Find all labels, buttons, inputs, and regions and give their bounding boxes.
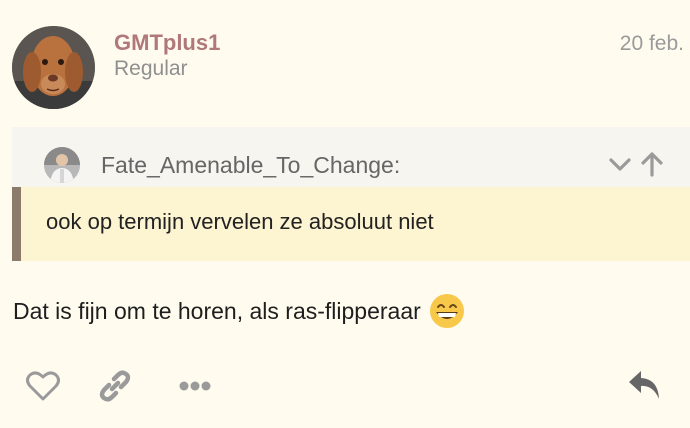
dog-avatar-image [12, 26, 95, 109]
post-body: Dat is fijn om te horen, als ras-flipper… [13, 293, 465, 329]
quote-block: Fate_Amenable_To_Change: ook op termijn … [12, 127, 690, 261]
quote-header: Fate_Amenable_To_Change: [12, 127, 690, 187]
chevron-down-icon[interactable] [608, 152, 632, 176]
grinning-face-emoji-icon [429, 294, 464, 328]
more-icon[interactable] [178, 380, 212, 392]
user-avatar[interactable] [12, 26, 95, 109]
user-title: Regular [114, 57, 188, 80]
quote-text: ook op termijn vervelen ze absoluut niet [46, 209, 434, 234]
post-date[interactable]: 20 feb. [620, 32, 684, 56]
quote-body: ook op termijn vervelen ze absoluut niet [12, 187, 690, 261]
person-avatar-image [44, 147, 80, 183]
arrow-up-icon[interactable] [640, 151, 664, 177]
quote-controls [608, 151, 664, 177]
reply-icon[interactable] [627, 369, 663, 403]
username-link[interactable]: GMTplus1 [114, 30, 220, 56]
post-text: Dat is fijn om te horen, als ras-flipper… [13, 297, 421, 324]
link-icon[interactable] [97, 368, 133, 404]
heart-icon[interactable] [26, 370, 60, 402]
quote-author-avatar[interactable] [44, 147, 80, 183]
quote-author: Fate_Amenable_To_Change: [101, 152, 401, 178]
